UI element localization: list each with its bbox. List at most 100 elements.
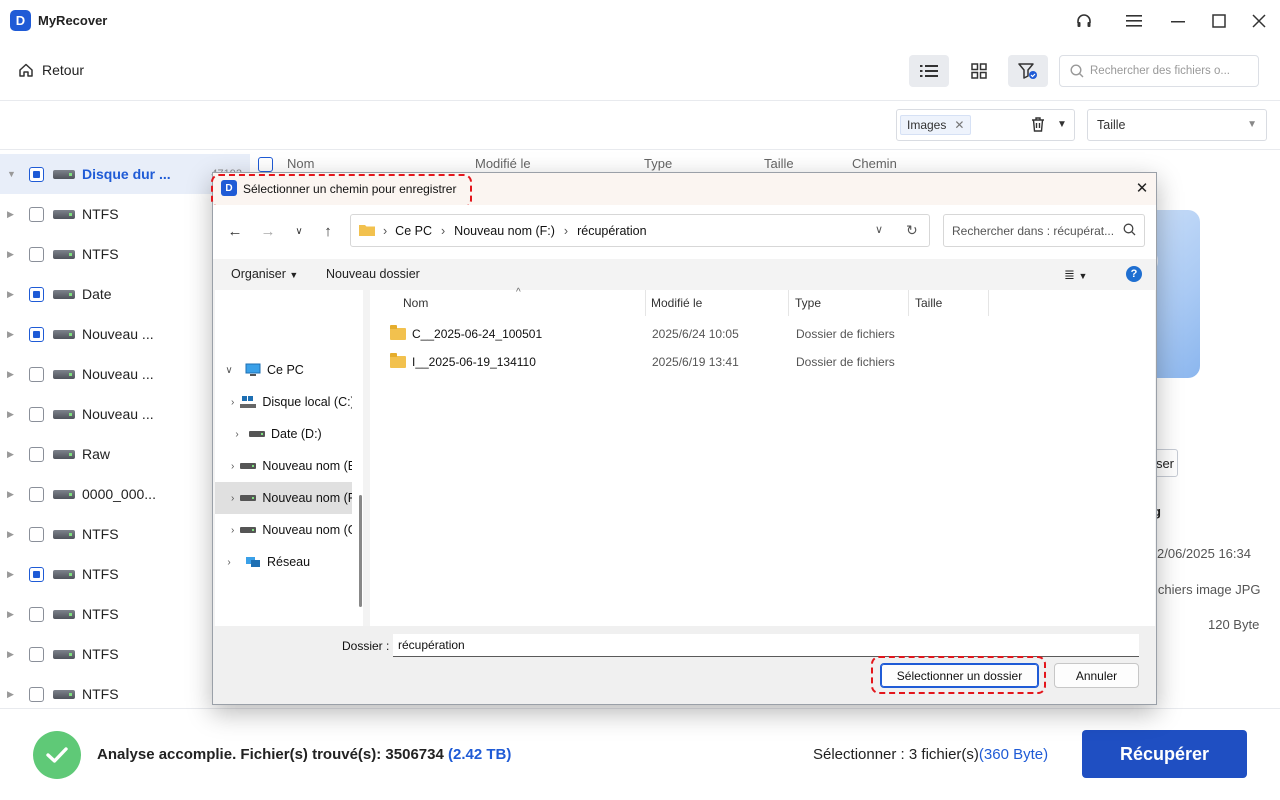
chevron-right-icon[interactable]: › (231, 525, 234, 536)
trash-icon[interactable] (1030, 116, 1046, 136)
help-icon[interactable]: ? (1126, 266, 1142, 282)
tree-checkbox[interactable] (29, 366, 44, 382)
nav-item-label: Réseau (267, 555, 311, 569)
recover-button[interactable]: Récupérer (1082, 730, 1247, 778)
chevron-right-icon[interactable]: › (231, 493, 234, 504)
nav-item[interactable]: › Date (D:) (215, 418, 352, 450)
expand-right-icon[interactable]: ▶ (7, 609, 17, 620)
home-icon (19, 63, 33, 77)
nav-item[interactable]: › Disque local (C:) (215, 386, 352, 418)
close-icon[interactable] (1245, 8, 1273, 34)
expand-right-icon[interactable]: ▶ (7, 409, 17, 420)
tree-label: NTFS (82, 646, 119, 662)
expand-right-icon[interactable]: ▶ (7, 249, 17, 260)
file-modified: 2025/6/24 10:05 (652, 327, 739, 341)
expand-down-icon[interactable]: ▼ (7, 169, 17, 179)
cancel-button[interactable]: Annuler (1054, 663, 1139, 688)
nav-item[interactable]: › Nouveau nom (E:) (215, 450, 352, 482)
hard-drive-icon (53, 569, 75, 579)
dialog-col-type[interactable]: Type (789, 290, 909, 316)
size-select[interactable]: Taille ▼ (1087, 109, 1267, 141)
selection-count: Sélectionner : 3 fichier(s) (813, 746, 979, 763)
chip-remove-icon[interactable]: ✕ (954, 118, 964, 132)
expand-right-icon[interactable]: ▶ (7, 449, 17, 460)
back-button[interactable]: Retour (18, 62, 84, 78)
recent-dropdown-icon[interactable]: ∨ (289, 222, 309, 240)
preview-date: 2/06/2025 16:34 (1157, 546, 1251, 561)
list-view-button[interactable] (909, 55, 949, 87)
tree-checkbox[interactable] (29, 246, 44, 262)
search-input[interactable]: Rechercher des fichiers o... (1059, 55, 1259, 87)
file-row[interactable]: I__2025-06-19_134110 2025/6/19 13:41 Dossi… (380, 348, 1150, 376)
tree-checkbox[interactable] (29, 606, 44, 622)
chevron-right-icon[interactable]: › (231, 429, 243, 440)
dialog-close-icon[interactable]: ✕ (1130, 176, 1154, 200)
chevron-right-icon[interactable]: › (231, 461, 234, 472)
dialog-search-input[interactable]: Rechercher dans : récupérat... (943, 214, 1145, 247)
address-dropdown-icon[interactable]: ∨ (875, 223, 883, 236)
expand-right-icon[interactable]: ▶ (7, 209, 17, 220)
minimize-icon[interactable] (1164, 8, 1192, 34)
support-headset-icon[interactable] (1070, 8, 1098, 34)
expand-right-icon[interactable]: ▶ (7, 529, 17, 540)
tree-checkbox[interactable] (29, 406, 44, 422)
hard-drive-icon (53, 289, 75, 299)
nav-item[interactable]: › Nouveau nom (F:) (215, 482, 352, 514)
nav-item[interactable]: ∨ Ce PC (215, 354, 352, 386)
tree-checkbox[interactable] (29, 566, 44, 582)
breadcrumb-recuperation[interactable]: récupération (577, 224, 647, 238)
expand-right-icon[interactable]: ▶ (7, 489, 17, 500)
organize-label: Organiser (231, 267, 286, 281)
tree-checkbox[interactable] (29, 486, 44, 502)
expand-right-icon[interactable]: ▶ (7, 369, 17, 380)
maximize-icon[interactable] (1205, 8, 1233, 34)
grid-view-button[interactable] (959, 55, 999, 87)
chevron-right-icon[interactable]: › (223, 557, 235, 568)
dialog-col-modified[interactable]: Modifié le (645, 290, 789, 316)
file-type: Dossier de fichiers (796, 355, 895, 369)
tree-checkbox[interactable] (29, 526, 44, 542)
nav-item[interactable]: › Nouveau nom (G:) (215, 514, 352, 546)
menu-icon[interactable] (1120, 8, 1148, 34)
folder-icon (390, 325, 406, 340)
hard-drive-icon (53, 369, 75, 379)
dialog-col-size[interactable]: Taille (909, 290, 989, 316)
expand-right-icon[interactable]: ▶ (7, 689, 17, 700)
up-arrow-icon[interactable]: ↑ (318, 222, 338, 240)
tree-checkbox[interactable] (29, 446, 44, 462)
select-all-checkbox[interactable] (258, 157, 273, 172)
filter-button[interactable] (1008, 55, 1048, 87)
view-options-icon[interactable]: ≣ ▼ (1064, 267, 1087, 283)
expand-right-icon[interactable]: ▶ (7, 329, 17, 340)
chevron-down-icon[interactable]: ∨ (223, 365, 235, 376)
breadcrumb-drive-f[interactable]: Nouveau nom (F:) (454, 224, 555, 238)
new-folder-button[interactable]: Nouveau dossier (326, 267, 420, 281)
folder-name-input[interactable]: récupération (393, 634, 1139, 657)
search-placeholder: Rechercher des fichiers o... (1090, 65, 1230, 77)
tree-checkbox[interactable] (29, 326, 44, 342)
expand-right-icon[interactable]: ▶ (7, 649, 17, 660)
expand-right-icon[interactable]: ▶ (7, 289, 17, 300)
nav-scrollbar[interactable] (359, 495, 362, 607)
organize-menu[interactable]: Organiser ▼ (231, 267, 298, 281)
tree-checkbox[interactable] (29, 686, 44, 702)
back-arrow-icon[interactable]: ← (225, 222, 245, 240)
tree-checkbox[interactable] (29, 646, 44, 662)
nav-item[interactable]: › Réseau (215, 546, 352, 578)
tree-checkbox[interactable] (29, 206, 44, 222)
filter-chip-images[interactable]: Images ✕ (900, 115, 972, 135)
tree-checkbox[interactable] (29, 286, 44, 302)
breadcrumb-ce-pc[interactable]: Ce PC (395, 224, 432, 238)
refresh-icon[interactable]: ↻ (906, 222, 918, 239)
chevron-right-icon[interactable]: › (231, 397, 234, 408)
tree-checkbox[interactable] (29, 166, 44, 182)
file-row[interactable]: C__2025-06-24_100501 2025/6/24 10:05 Dossi… (380, 320, 1150, 348)
dialog-col-name[interactable]: Nom (397, 290, 646, 316)
forward-arrow-icon[interactable]: → (258, 222, 278, 240)
address-bar[interactable]: › Ce PC › Nouveau nom (F:) › récupératio… (350, 214, 930, 247)
filter-dropdown-icon[interactable]: ▼ (1057, 119, 1067, 130)
hard-drive-icon (53, 529, 75, 539)
scan-total-size: (2.42 TB) (448, 746, 512, 763)
expand-right-icon[interactable]: ▶ (7, 569, 17, 580)
hard-drive-icon (53, 649, 75, 659)
